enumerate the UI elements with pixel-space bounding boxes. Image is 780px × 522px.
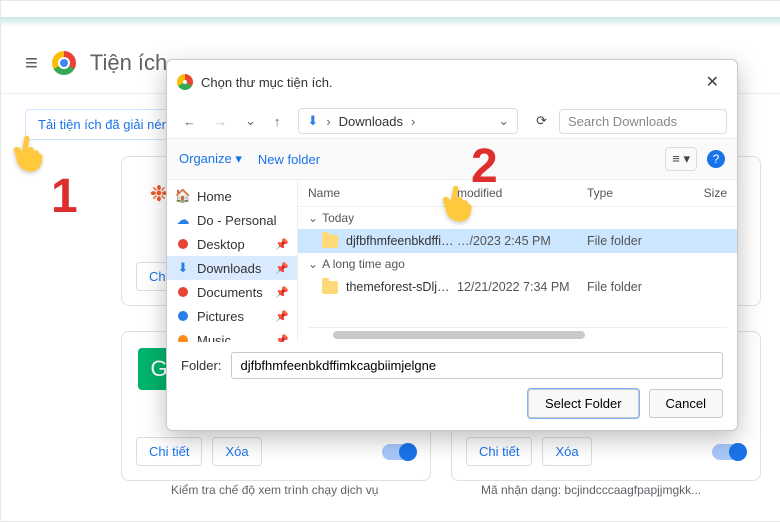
horizontal-scrollbar[interactable]	[308, 327, 727, 342]
chrome-icon	[177, 74, 193, 90]
nav-tree: 🏠Home☁Do - PersonalDesktop📌⬇Downloads📌Do…	[167, 180, 298, 342]
cancel-button[interactable]: Cancel	[649, 389, 723, 418]
pointer-icon	[4, 128, 53, 177]
tree-item-desktop[interactable]: Desktop📌	[167, 232, 297, 256]
file-list: ⌄Todaydjfbfhmfeenbkdffimkcagbiimjelgne…/…	[298, 207, 737, 327]
pin-icon: 📌	[275, 286, 289, 299]
enable-toggle[interactable]	[382, 444, 416, 460]
chevron-down-icon: ⌄	[308, 211, 318, 225]
folder-row[interactable]: themeforest-sDljFdGS-rivendell-multipur.…	[298, 275, 737, 299]
select-folder-button[interactable]: Select Folder	[528, 389, 639, 418]
column-headers[interactable]: Name modified Type Size	[298, 180, 737, 207]
chrome-icon	[52, 51, 76, 75]
chevron-down-icon[interactable]: ⌄	[498, 113, 509, 129]
help-icon[interactable]: ?	[707, 150, 725, 168]
tree-item-pictures[interactable]: Pictures📌	[167, 304, 297, 328]
file-group-header[interactable]: ⌄A long time ago	[298, 253, 737, 275]
path-segment[interactable]: Downloads	[339, 114, 403, 129]
remove-button[interactable]: Xóa	[212, 437, 261, 466]
folder-icon	[322, 235, 338, 248]
tree-item-home[interactable]: 🏠Home	[167, 184, 297, 208]
nav-back-icon[interactable]: ←	[177, 110, 202, 133]
service-worker-hint: Kiểm tra chế độ xem trình chạy dịch vụ	[171, 483, 378, 497]
nav-recent-icon[interactable]: ⌄	[239, 109, 262, 133]
tree-item-downloads[interactable]: ⬇Downloads📌	[167, 256, 297, 280]
col-size[interactable]: Size	[677, 186, 727, 200]
pointer-icon	[433, 178, 482, 227]
details-button[interactable]: Chi tiết	[136, 437, 202, 466]
menu-icon[interactable]: ≡	[25, 50, 38, 76]
refresh-icon[interactable]: ⟳	[530, 109, 553, 133]
col-type[interactable]: Type	[587, 186, 677, 200]
search-input[interactable]: Search Downloads	[559, 109, 727, 134]
chevron-right-icon: ›	[326, 114, 330, 129]
annotation-1: 1	[51, 169, 78, 224]
tree-item-music[interactable]: Music📌	[167, 328, 297, 342]
tree-item-documents[interactable]: Documents📌	[167, 280, 297, 304]
extension-id-hint: Mã nhận dạng: bcjindcccaagfpapjjmgkk...	[481, 483, 701, 497]
organize-menu[interactable]: Organize ▾	[179, 151, 242, 167]
enable-toggle[interactable]	[712, 444, 746, 460]
download-icon: ⬇	[307, 113, 318, 129]
new-folder-button[interactable]: New folder	[258, 152, 320, 167]
pin-icon: 📌	[275, 262, 289, 275]
details-button[interactable]: Chi tiết	[466, 437, 532, 466]
pin-icon: 📌	[275, 238, 289, 251]
file-group-header[interactable]: ⌄Today	[298, 207, 737, 229]
view-options[interactable]: ≡ ▾	[665, 147, 697, 171]
pin-icon: 📌	[275, 310, 289, 323]
nav-up-icon[interactable]: ↑	[268, 110, 287, 133]
tree-item-do---personal[interactable]: ☁Do - Personal	[167, 208, 297, 232]
page-title: Tiện ích	[90, 50, 167, 76]
folder-row[interactable]: djfbfhmfeenbkdffimkcagbiimjelgne…/2023 2…	[298, 229, 737, 253]
dialog-title: Chọn thư mục tiện ích.	[201, 75, 333, 90]
col-name[interactable]: Name	[308, 186, 457, 200]
pin-icon: 📌	[275, 334, 289, 343]
folder-input[interactable]	[231, 352, 723, 379]
folder-icon	[322, 281, 338, 294]
remove-button[interactable]: Xóa	[542, 437, 591, 466]
nav-forward-icon[interactable]: →	[208, 110, 233, 133]
chevron-right-icon: ›	[411, 114, 415, 129]
chevron-down-icon: ⌄	[308, 257, 318, 271]
folder-label: Folder:	[181, 358, 221, 373]
close-icon[interactable]: ✕	[698, 68, 727, 96]
folder-picker-dialog: Chọn thư mục tiện ích. ✕ ← → ⌄ ↑ ⬇ › Dow…	[166, 59, 738, 431]
breadcrumb[interactable]: ⬇ › Downloads › ⌄	[298, 108, 518, 134]
